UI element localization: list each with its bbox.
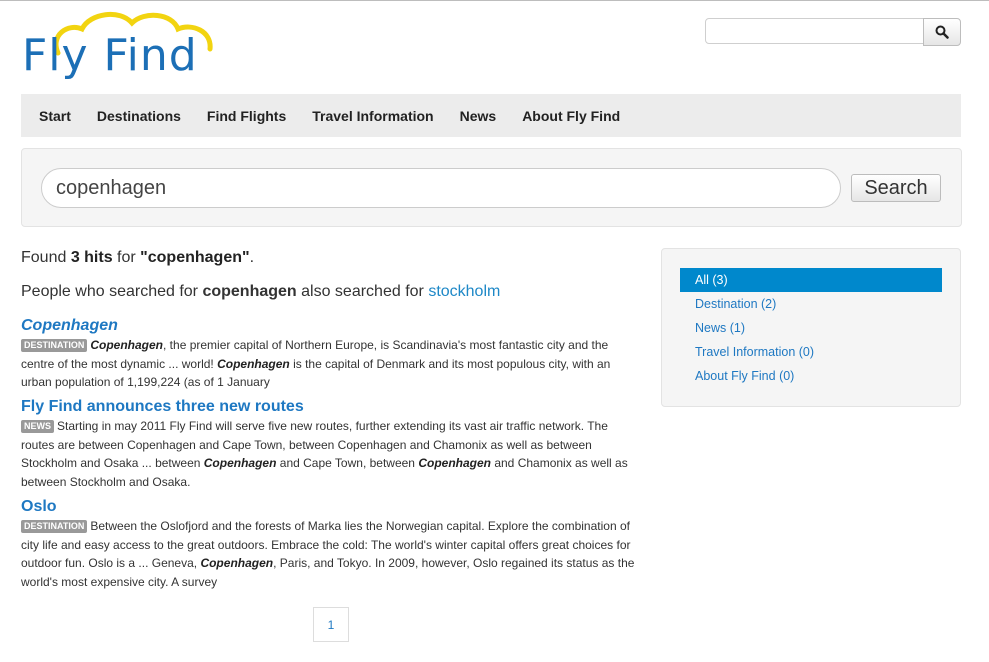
also-query: copenhagen — [202, 283, 297, 300]
result-badge: NEWS — [21, 420, 54, 433]
result-badge: DESTINATION — [21, 520, 88, 533]
snippet-highlight: Copenhagen — [418, 456, 491, 470]
search-icon — [935, 25, 949, 39]
also-middle: also searched for — [296, 283, 429, 300]
found-middle: for — [112, 249, 141, 266]
header-search-button[interactable] — [923, 18, 961, 46]
results-count-line: Found 3 hits for "copenhagen". — [21, 249, 254, 267]
main-search-input[interactable] — [41, 168, 841, 208]
also-searched-link[interactable]: stockholm — [428, 283, 500, 300]
result-item: Copenhagen DESTINATION Copenhagen, the pr… — [21, 316, 643, 392]
nav-item-about[interactable]: About Fly Find — [509, 108, 633, 124]
result-snippet: NEWS Starting in may 2011 Fly Find will s… — [21, 417, 643, 491]
also-searched-line: People who searched for copenhagen also … — [21, 283, 500, 301]
pagination-page-1[interactable]: 1 — [313, 607, 349, 642]
snippet-text: and Cape Town, between — [276, 456, 419, 470]
snippet-highlight: Copenhagen — [90, 338, 164, 352]
result-snippet: DESTINATION Between the Oslofjord and the… — [21, 517, 643, 591]
fly-find-logo[interactable]: Fly Find — [20, 9, 236, 83]
nav-item-news[interactable]: News — [447, 108, 510, 124]
facet-travel-information[interactable]: Travel Information (0) — [680, 340, 942, 364]
main-navbar: Start Destinations Find Flights Travel I… — [21, 94, 961, 137]
result-title-link[interactable]: Oslo — [21, 497, 643, 517]
result-title-link[interactable]: Fly Find announces three new routes — [21, 397, 643, 417]
facet-sidebar: All (3) Destination (2) News (1) Travel … — [661, 248, 961, 407]
nav-item-travel-information[interactable]: Travel Information — [299, 108, 446, 124]
nav-item-find-flights[interactable]: Find Flights — [194, 108, 299, 124]
snippet-highlight: Copenhagen — [200, 556, 274, 570]
facet-about[interactable]: About Fly Find (0) — [680, 364, 942, 388]
facet-news[interactable]: News (1) — [680, 316, 942, 340]
facet-all[interactable]: All (3) — [680, 268, 942, 292]
snippet-highlight: Copenhagen — [217, 356, 290, 371]
search-button[interactable]: Search — [851, 174, 941, 202]
query-echo: "copenhagen" — [140, 249, 250, 266]
result-item: Fly Find announces three new routes NEWS… — [21, 397, 643, 491]
nav-item-destinations[interactable]: Destinations — [84, 108, 194, 124]
header-search-input[interactable] — [705, 18, 924, 44]
result-title-link[interactable]: Copenhagen — [21, 316, 643, 336]
found-prefix: Found — [21, 249, 71, 266]
logo-text: Fly Find — [22, 30, 198, 81]
facet-destination[interactable]: Destination (2) — [680, 292, 942, 316]
also-prefix: People who searched for — [21, 283, 203, 300]
result-item: Oslo DESTINATION Between the Oslofjord an… — [21, 497, 643, 591]
snippet-highlight: Copenhagen — [203, 456, 277, 470]
header-search — [705, 18, 961, 46]
nav-item-start[interactable]: Start — [26, 108, 84, 124]
hit-count: 3 hits — [70, 249, 113, 266]
search-panel: Search — [21, 148, 962, 227]
result-snippet: DESTINATION Copenhagen, the premier capit… — [21, 336, 643, 392]
found-suffix: . — [249, 249, 255, 266]
result-badge: DESTINATION — [21, 339, 88, 352]
